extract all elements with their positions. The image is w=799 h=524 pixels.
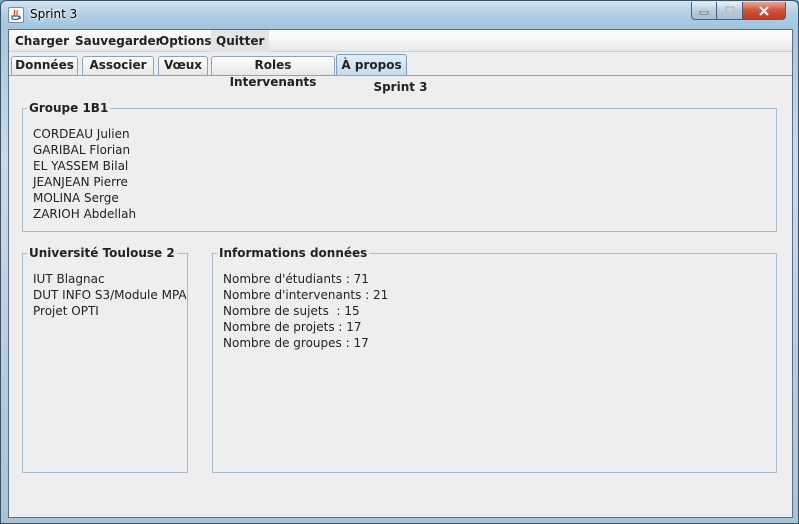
member-item: EL YASSEM Bilal <box>33 159 129 173</box>
maximize-button[interactable] <box>717 2 743 20</box>
member-item: ZARIOH Abdellah <box>33 207 137 221</box>
tab-roles-intervenants[interactable]: Roles Intervenants <box>211 56 335 89</box>
close-icon <box>759 5 769 16</box>
menu-charger[interactable]: Charger <box>10 30 74 52</box>
info-line-intervenants: Nombre d'intervenants : 21 <box>223 288 389 302</box>
group-legend: Groupe 1B1 <box>27 101 111 115</box>
member-item: MOLINA Serge <box>33 191 119 205</box>
university-line: IUT Blagnac <box>33 272 105 286</box>
window-title: Sprint 3 <box>30 7 78 21</box>
menu-bar: Charger Sauvegarder Options Quitter <box>9 30 792 52</box>
menu-options[interactable]: Options <box>154 30 217 52</box>
info-line-subjects: Nombre de sujets : 15 <box>223 304 360 318</box>
member-item: GARIBAL Florian <box>33 143 131 157</box>
info-lines: Nombre d'étudiants : 71 Nombre d'interve… <box>223 271 388 351</box>
tab-voeux[interactable]: Vœux <box>158 56 208 75</box>
university-line: DUT INFO S3/Module MPA <box>33 288 187 302</box>
menu-quitter[interactable]: Quitter <box>211 30 270 52</box>
client-area: Charger Sauvegarder Options Quitter Donn… <box>8 29 793 518</box>
info-line-groups: Nombre de groupes : 17 <box>223 336 369 350</box>
member-item: JEANJEAN Pierre <box>33 175 128 189</box>
member-list: CORDEAU Julien GARIBAL Florian EL YASSEM… <box>33 126 136 222</box>
group-members-box: Groupe 1B1 CORDEAU Julien GARIBAL Floria… <box>22 101 777 232</box>
tab-divider <box>9 75 792 76</box>
java-app-icon <box>8 7 24 23</box>
tab-a-propos[interactable]: À propos <box>336 54 407 76</box>
member-item: CORDEAU Julien <box>33 127 130 141</box>
university-legend: Université Toulouse 2 <box>27 246 177 260</box>
university-lines: IUT Blagnac DUT INFO S3/Module MPA Proje… <box>33 271 187 319</box>
panel-title: Sprint 3 <box>373 80 428 94</box>
tab-donnees[interactable]: Données <box>11 56 78 75</box>
minimize-icon <box>699 11 709 14</box>
university-line: Projet OPTI <box>33 304 99 318</box>
title-bar[interactable]: Sprint 3 <box>1 1 798 29</box>
info-line-students: Nombre d'étudiants : 71 <box>223 272 369 286</box>
app-window: Sprint 3 Charger Sauvegarder Options Qui… <box>0 0 799 524</box>
menu-sauvegarder[interactable]: Sauvegarder <box>70 30 167 52</box>
info-legend: Informations données <box>217 246 370 260</box>
minimize-button[interactable] <box>691 2 717 20</box>
tab-bar: Données Associer Vœux Roles Intervenants… <box>9 54 792 89</box>
maximize-icon <box>724 6 735 15</box>
close-button[interactable] <box>743 2 786 20</box>
info-box: Informations données Nombre d'étudiants … <box>212 246 777 473</box>
info-line-projects: Nombre de projets : 17 <box>223 320 362 334</box>
university-box: Université Toulouse 2 IUT Blagnac DUT IN… <box>22 246 188 473</box>
tab-associer[interactable]: Associer <box>82 56 154 75</box>
